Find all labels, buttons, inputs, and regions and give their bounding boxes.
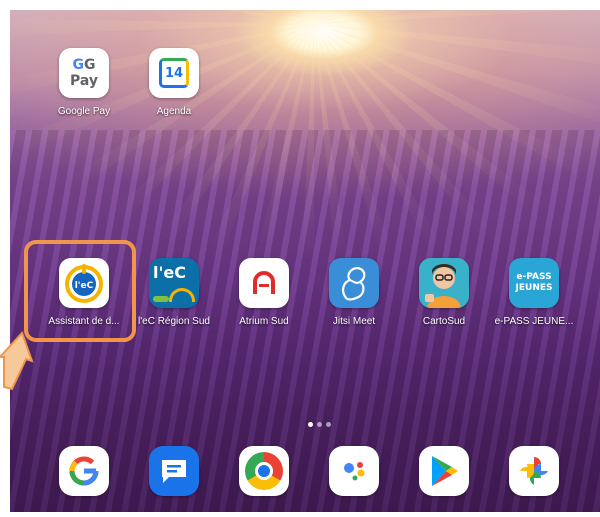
app-label: Agenda <box>156 106 192 117</box>
lec-region-sud-icon: l'eC <box>149 258 199 308</box>
chrome-icon <box>239 446 289 496</box>
app-lec-region-sud[interactable]: l'eC l'eC Région Sud <box>126 258 222 327</box>
play-store-icon <box>419 446 469 496</box>
app-label: Atrium Sud <box>239 316 289 327</box>
dock-photos[interactable] <box>486 446 582 496</box>
app-label: l'eC Région Sud <box>138 316 210 327</box>
dock-messages[interactable] <box>126 446 222 496</box>
app-jitsi-meet[interactable]: Jitsi Meet <box>306 258 402 327</box>
app-google-pay[interactable]: GG Pay Google Pay <box>36 48 132 117</box>
google-pay-icon: GG Pay <box>59 48 109 98</box>
app-label: Jitsi Meet <box>332 316 376 327</box>
google-search-icon <box>59 446 109 496</box>
epass-jeunes-icon: e-PASS JEUNES <box>509 258 559 308</box>
messages-icon <box>149 446 199 496</box>
jitsi-meet-icon <box>329 258 379 308</box>
app-cartosud[interactable]: CartoSud <box>396 258 492 327</box>
page-dot[interactable] <box>308 422 313 427</box>
app-label: e-PASS JEUNE... <box>494 316 574 327</box>
page-indicator <box>308 422 331 427</box>
google-assistant-icon <box>329 446 379 496</box>
cartosud-icon <box>419 258 469 308</box>
atrium-sud-icon <box>239 258 289 308</box>
page-dot[interactable] <box>326 422 331 427</box>
dock-google[interactable] <box>36 446 132 496</box>
app-atrium-sud[interactable]: Atrium Sud <box>216 258 312 327</box>
highlight-box <box>24 240 136 342</box>
dock-play-store[interactable] <box>396 446 492 496</box>
pointer-arrow-icon <box>0 331 34 391</box>
calendar-icon: 14 <box>149 48 199 98</box>
google-photos-icon <box>509 446 559 496</box>
page-dot[interactable] <box>317 422 322 427</box>
dock-chrome[interactable] <box>216 446 312 496</box>
app-agenda[interactable]: 14 Agenda <box>126 48 222 117</box>
app-epass-jeunes[interactable]: e-PASS JEUNES e-PASS JEUNE... <box>486 258 582 327</box>
app-label: CartoSud <box>422 316 466 327</box>
dock-assistant[interactable] <box>306 446 402 496</box>
app-label: Google Pay <box>57 106 111 117</box>
